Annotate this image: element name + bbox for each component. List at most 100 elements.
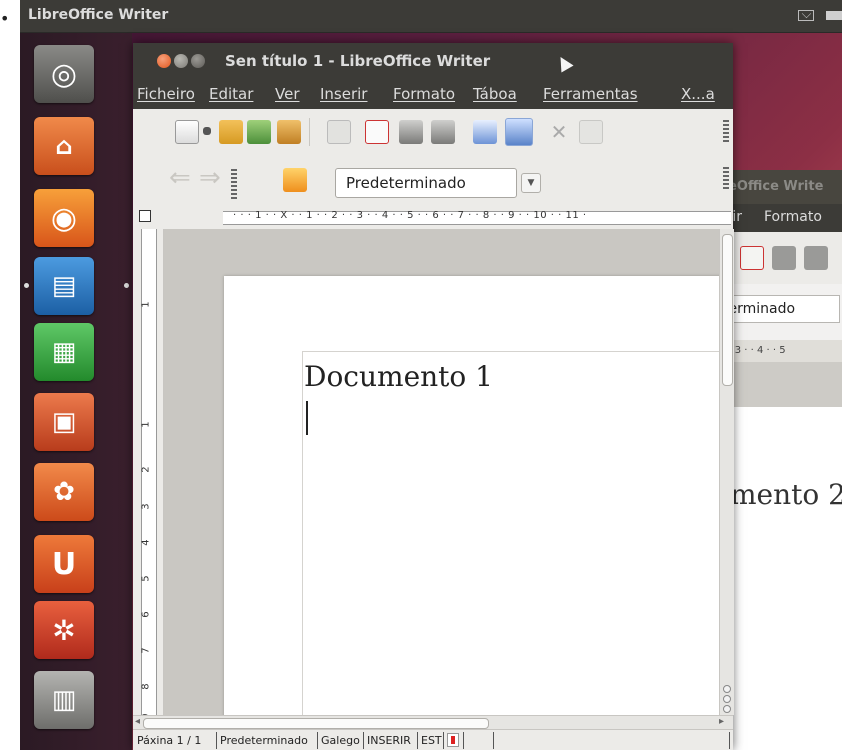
launcher: ◎ ⌂ ◉ ▤ ▦ ▣ ✿ U ✲ ▥ xyxy=(20,33,132,750)
software-center-icon[interactable]: ✿ xyxy=(34,463,94,521)
status-divider xyxy=(363,732,364,749)
mouse-pointer-icon xyxy=(554,53,574,73)
vruler-mark: 3 xyxy=(140,503,152,510)
panel-app-title: LibreOffice Writer xyxy=(28,7,169,23)
previous-page-icon[interactable] xyxy=(723,685,731,693)
back-arrow-icon[interactable]: ⇐ xyxy=(169,163,191,193)
standard-toolbar: ✕ xyxy=(133,109,733,156)
status-page[interactable]: Páxina 1 / 1 xyxy=(137,734,201,747)
ubuntu-one-icon[interactable]: U xyxy=(34,535,94,593)
list-bullet: • xyxy=(0,9,10,28)
vertical-scrollbar[interactable] xyxy=(719,229,734,715)
paragraph-style-value: Predeterminado xyxy=(346,174,466,192)
scroll-right-icon[interactable]: ▸ xyxy=(719,716,724,727)
document-modified-icon[interactable] xyxy=(447,733,459,747)
status-language[interactable]: Galego xyxy=(321,734,360,747)
bg-print-icon[interactable] xyxy=(772,246,796,270)
save-icon[interactable] xyxy=(247,120,271,144)
menu-inserir[interactable]: Inserir xyxy=(320,85,367,103)
status-divider xyxy=(216,732,217,749)
minimize-button[interactable] xyxy=(174,54,188,68)
scroll-left-icon[interactable]: ◂ xyxy=(135,716,140,727)
vruler-mark: 4 xyxy=(140,539,152,546)
print-icon[interactable] xyxy=(399,120,423,144)
menu-ficheiro[interactable]: Ficheiro xyxy=(137,85,195,103)
new-document-icon[interactable] xyxy=(175,120,199,144)
horizontal-scrollbar[interactable]: ◂ ▸ xyxy=(133,715,733,730)
bg-menu-formato[interactable]: Formato xyxy=(764,209,822,225)
libreoffice-writer-icon[interactable]: ▤ xyxy=(34,257,94,315)
spellcheck-icon[interactable] xyxy=(473,120,497,144)
firefox-icon[interactable]: ◉ xyxy=(34,189,94,247)
menu-editar[interactable]: Editar xyxy=(209,85,253,103)
forward-arrow-icon[interactable]: ⇒ xyxy=(199,163,221,193)
document-text[interactable]: Documento 1 xyxy=(304,360,493,393)
desktop-screen: LibreOffice Writer ◎ ⌂ ◉ ▤ ▦ ▣ ✿ U ✲ ▥ e… xyxy=(20,0,842,750)
vruler-mark: 2 xyxy=(140,466,152,473)
vruler-mark: 7 xyxy=(140,647,152,654)
paragraph-style-box[interactable]: Predeterminado xyxy=(335,168,517,198)
close-button[interactable] xyxy=(157,54,171,68)
next-page-icon[interactable] xyxy=(723,705,731,713)
horizontal-scroll-thumb[interactable] xyxy=(143,718,489,729)
navigation-icon[interactable] xyxy=(723,695,731,703)
menu-ferramentas[interactable]: Ferramentas xyxy=(543,85,638,103)
status-insert-mode[interactable]: INSERIR xyxy=(367,734,411,747)
copy-icon[interactable] xyxy=(579,120,603,144)
styles-formatting-icon[interactable] xyxy=(283,168,307,192)
menubar: Ficheiro Editar Ver Inserir Formato Tábo… xyxy=(133,79,733,109)
workspace-switcher-icon[interactable]: ▥ xyxy=(34,671,94,729)
print-preview-icon[interactable] xyxy=(431,120,455,144)
status-selection-mode[interactable]: EST xyxy=(421,734,442,747)
toolbar-separator xyxy=(309,118,310,146)
vruler-mark: 1 xyxy=(140,421,152,428)
menu-overflow[interactable]: X...a xyxy=(681,85,715,103)
horizontal-ruler[interactable]: · · · 1 · · X · · 1 · · 2 · · 3 · · 4 · … xyxy=(133,205,733,230)
open-folder-icon[interactable] xyxy=(219,120,243,144)
libreoffice-calc-icon[interactable]: ▦ xyxy=(34,323,94,381)
battery-icon[interactable] xyxy=(826,11,842,20)
bg-document-text[interactable]: mento 2 xyxy=(730,478,842,511)
top-panel: LibreOffice Writer xyxy=(20,0,842,33)
paragraph-style-dropdown-icon[interactable]: ▼ xyxy=(521,173,541,193)
status-page-style[interactable]: Predeterminado xyxy=(220,734,308,747)
window-titlebar[interactable]: Sen título 1 - LibreOffice Writer xyxy=(133,43,733,79)
edit-file-icon[interactable] xyxy=(327,120,351,144)
status-divider xyxy=(417,732,418,749)
vertical-scroll-thumb[interactable] xyxy=(722,234,733,386)
cut-icon[interactable]: ✕ xyxy=(547,120,571,144)
export-pdf-icon[interactable] xyxy=(365,120,389,144)
status-divider xyxy=(317,732,318,749)
libreoffice-impress-icon[interactable]: ▣ xyxy=(34,393,94,451)
bg-print-preview-icon[interactable] xyxy=(804,246,828,270)
vruler-mark: 1 xyxy=(140,301,152,308)
document-page[interactable]: Documento 1 xyxy=(224,276,719,715)
toolbar-grip[interactable] xyxy=(723,120,729,144)
status-divider xyxy=(493,732,494,749)
tab-type-selector[interactable] xyxy=(139,210,151,222)
bg-export-pdf-icon[interactable] xyxy=(740,246,764,270)
vruler-mark: 6 xyxy=(140,611,152,618)
dash-home-icon[interactable]: ◎ xyxy=(34,45,94,103)
status-divider xyxy=(463,732,464,749)
writer-window: Sen título 1 - LibreOffice Writer Fichei… xyxy=(133,43,734,750)
active-indicator-right xyxy=(124,283,129,288)
text-cursor xyxy=(306,401,308,435)
mail-icon[interactable] xyxy=(798,10,814,21)
autospellcheck-icon[interactable] xyxy=(505,118,533,146)
vertical-ruler[interactable]: 1 1 2 3 4 5 6 7 8 9 xyxy=(133,229,164,720)
menu-taboa[interactable]: Táboa xyxy=(473,85,517,103)
toolbar2-right-grip[interactable] xyxy=(723,167,729,191)
export-icon[interactable] xyxy=(277,120,301,144)
system-settings-icon[interactable]: ✲ xyxy=(34,601,94,659)
new-dropdown-icon[interactable] xyxy=(203,127,211,135)
statusbar: Páxina 1 / 1 Predeterminado Galego INSER… xyxy=(133,729,733,750)
document-canvas[interactable]: Documento 1 xyxy=(164,229,719,715)
maximize-button[interactable] xyxy=(191,54,205,68)
menu-formato[interactable]: Formato xyxy=(393,85,455,103)
toolbar2-grip[interactable] xyxy=(231,169,237,199)
home-folder-icon[interactable]: ⌂ xyxy=(34,117,94,175)
ruler-marks: · · · 1 · · X · · 1 · · 2 · · 3 · · 4 · … xyxy=(233,210,587,221)
status-divider xyxy=(443,732,444,749)
menu-ver[interactable]: Ver xyxy=(275,85,300,103)
